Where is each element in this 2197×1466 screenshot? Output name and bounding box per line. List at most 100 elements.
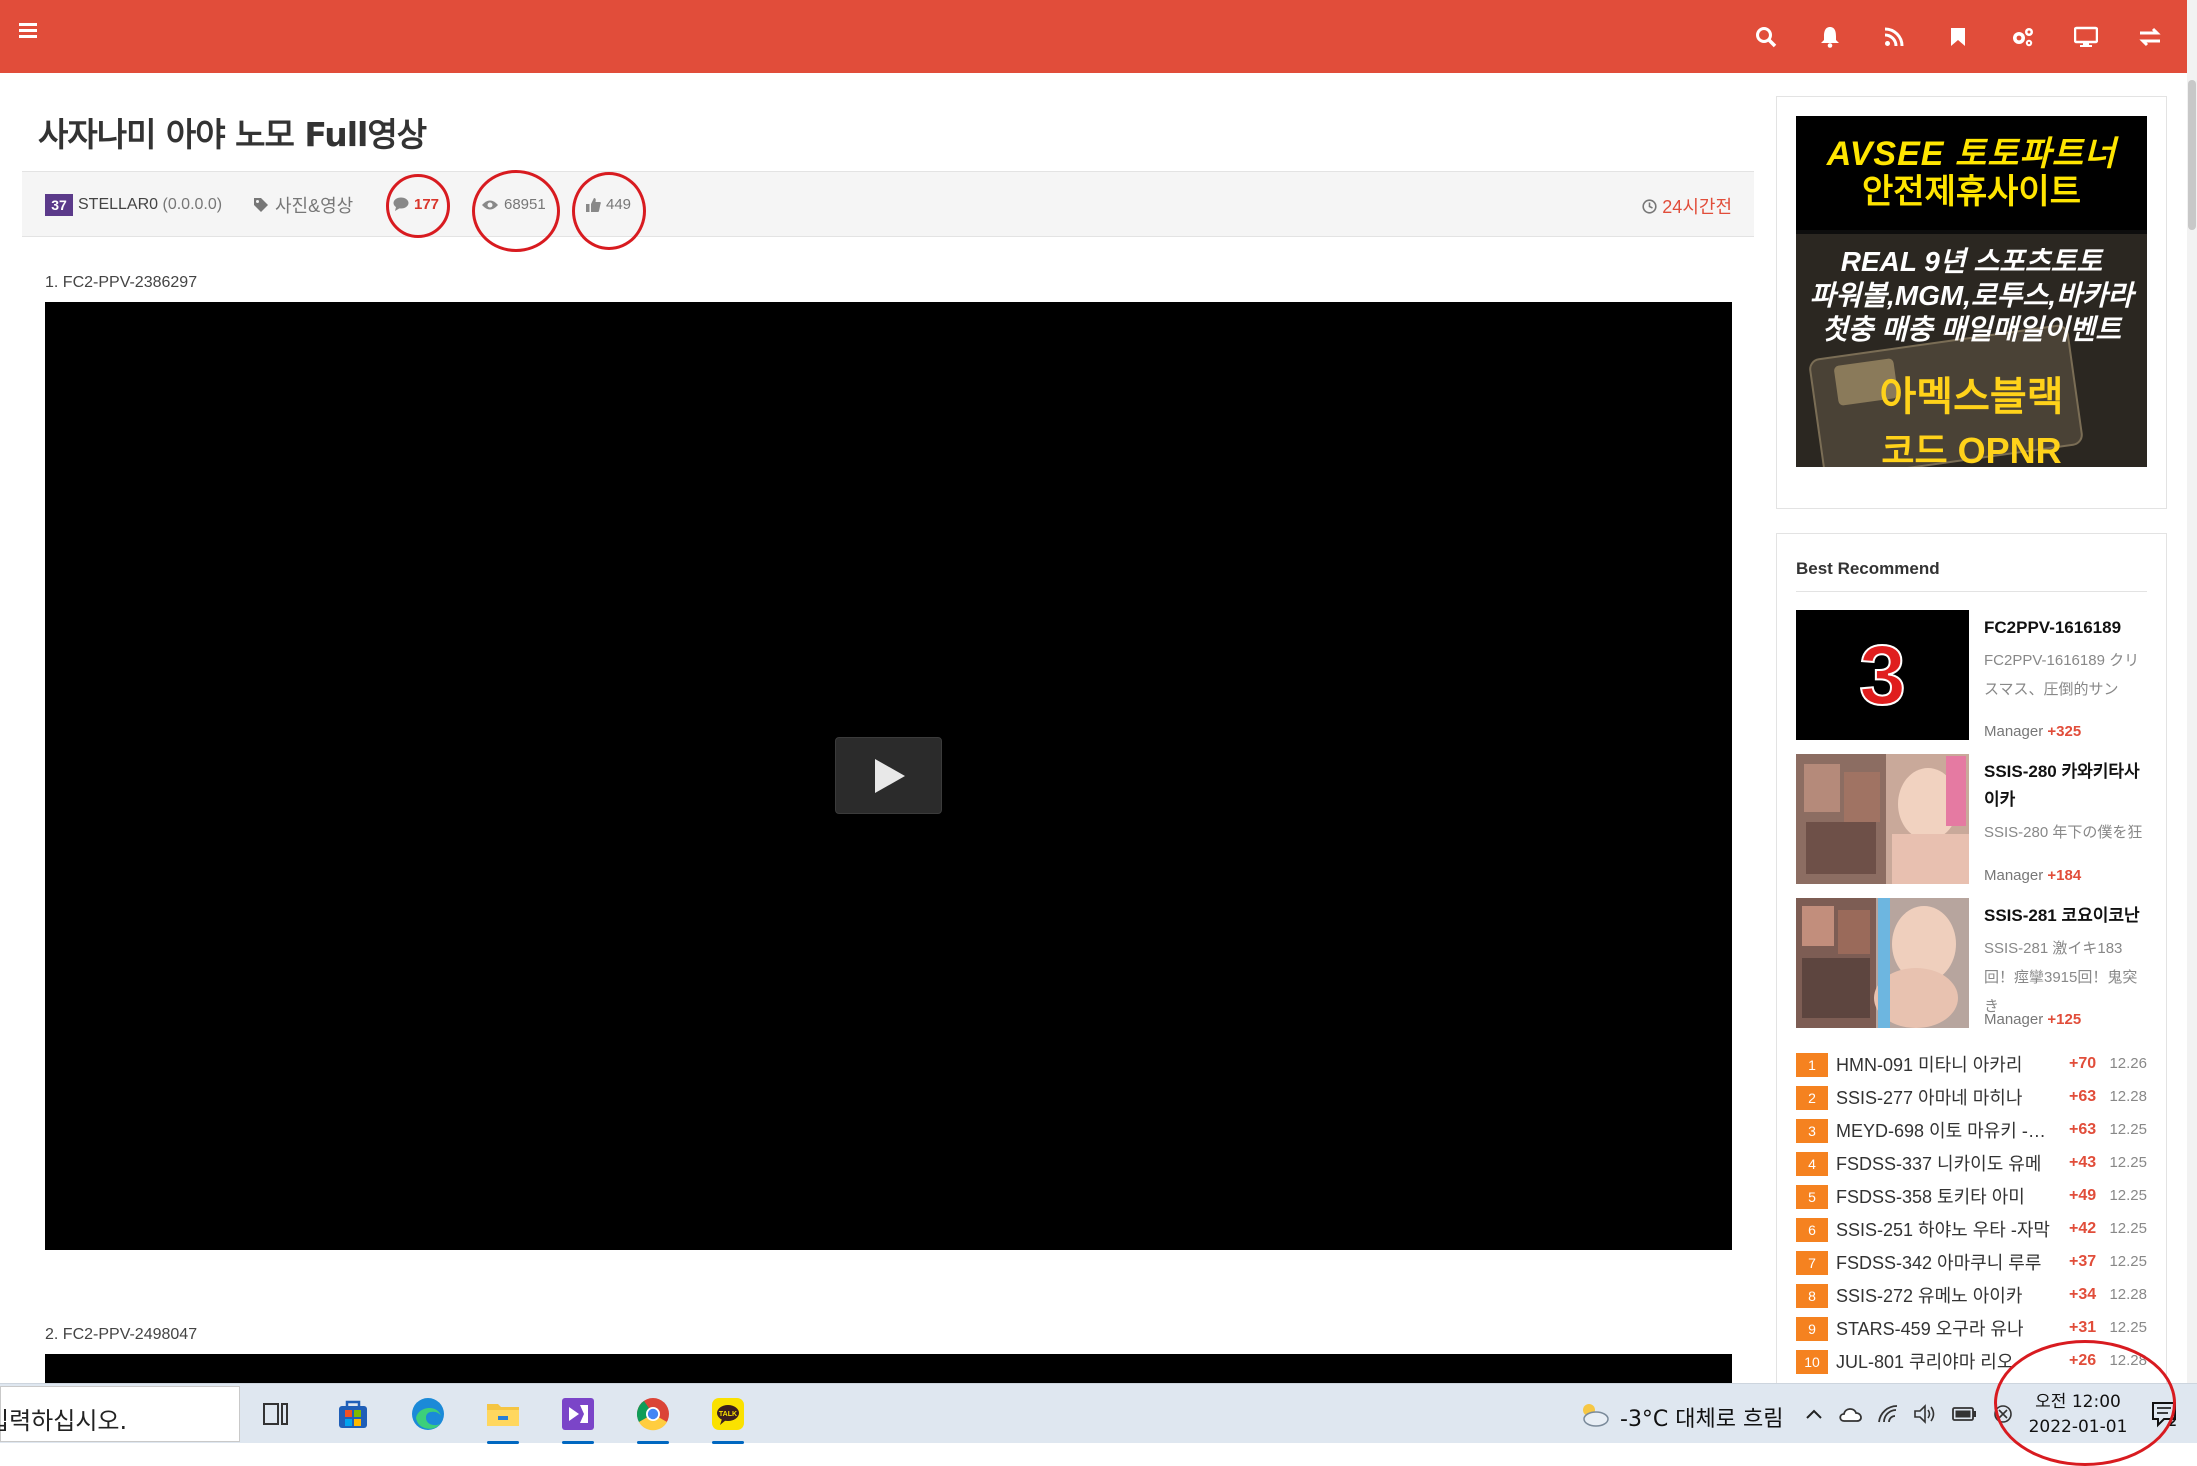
cogs-icon[interactable] bbox=[2007, 22, 2037, 52]
recommend-card[interactable]: SSIS-281 코요이코난 SSIS-281 激イキ183回！痙攣3915回！… bbox=[1796, 898, 2147, 1028]
scrollbar-thumb[interactable] bbox=[2188, 80, 2196, 230]
menu-icon[interactable] bbox=[18, 20, 42, 44]
rank-number: 9 bbox=[1796, 1317, 1828, 1341]
rank-item[interactable]: 8 SSIS-272 유메노 아이카 +34 12.28 bbox=[1796, 1280, 2147, 1312]
rank-score: +70 bbox=[2069, 1055, 2097, 1072]
recommend-score: +325 bbox=[2047, 723, 2082, 740]
rank-title[interactable]: SSIS-277 아마네 마히나 bbox=[1836, 1084, 2051, 1110]
rank-date: 12.26 bbox=[2109, 1055, 2147, 1072]
rank-title[interactable]: FSDSS-358 토키타 아미 bbox=[1836, 1183, 2051, 1209]
recommend-author: Manager bbox=[1984, 1011, 2044, 1028]
battery-icon[interactable] bbox=[1950, 1392, 1980, 1436]
rank-item[interactable]: 7 FSDSS-342 아마쿠니 루루 +37 12.25 bbox=[1796, 1247, 2147, 1279]
taskbar-search-text: 입력하십시오. bbox=[0, 1407, 128, 1435]
desktop-icon[interactable] bbox=[2071, 22, 2101, 52]
rank-date: 12.25 bbox=[2109, 1121, 2147, 1138]
rank-score: +31 bbox=[2069, 1319, 2097, 1336]
file-explorer-icon[interactable] bbox=[481, 1392, 525, 1444]
chrome-icon[interactable] bbox=[631, 1392, 675, 1444]
weather-text[interactable]: -3°C 대체로 흐림 bbox=[1620, 1401, 1783, 1433]
category-label[interactable]: 사진&영상 bbox=[275, 192, 353, 218]
rank-title[interactable]: FSDSS-337 니카이도 유메 bbox=[1836, 1150, 2051, 1176]
rank-number: 7 bbox=[1796, 1251, 1828, 1275]
thumbnail-number: 3 bbox=[1858, 627, 1907, 723]
rank-item[interactable]: 1 HMN-091 미타니 아카리 +70 12.26 bbox=[1796, 1049, 2147, 1081]
rank-number: 3 bbox=[1796, 1119, 1828, 1143]
rank-item[interactable]: 5 FSDSS-358 토키타 아미 +49 12.25 bbox=[1796, 1181, 2147, 1213]
recommend-card[interactable]: SSIS-280 카와키타사이카 SSIS-280 年下の僕を狂 Manager… bbox=[1796, 754, 2147, 884]
user-level-badge: 37 bbox=[45, 194, 73, 216]
rank-score: +37 bbox=[2069, 1253, 2097, 1270]
edge-icon[interactable] bbox=[406, 1392, 450, 1436]
rank-item[interactable]: 6 SSIS-251 하야노 우타 -자막 +42 12.25 bbox=[1796, 1214, 2147, 1246]
play-icon bbox=[874, 758, 905, 793]
recommend-author: Manager bbox=[1984, 867, 2044, 884]
weather-icon[interactable] bbox=[1572, 1392, 1616, 1436]
author-name[interactable]: STELLAR0 (0.0.0.0) bbox=[78, 196, 222, 214]
rank-item[interactable]: 4 FSDSS-337 니카이도 유메 +43 12.25 bbox=[1796, 1148, 2147, 1180]
video-player[interactable] bbox=[45, 1354, 1732, 1383]
sidebar-ad-panel: AVSEE 토토파트너 안전제휴사이트 REAL 9년 스포츠토토 파워볼,MG… bbox=[1776, 96, 2167, 509]
onedrive-icon[interactable] bbox=[1836, 1392, 1866, 1436]
video-player[interactable] bbox=[45, 302, 1732, 1250]
author-nickname[interactable]: STELLAR0 bbox=[78, 196, 158, 213]
recommend-thumbnail[interactable]: 3 bbox=[1796, 610, 1969, 740]
volume-icon[interactable] bbox=[1910, 1392, 1940, 1436]
rank-score: +63 bbox=[2069, 1121, 2097, 1138]
bell-icon[interactable] bbox=[1815, 22, 1845, 52]
task-view-icon[interactable] bbox=[254, 1392, 298, 1436]
rank-title[interactable]: MEYD-698 이토 마유키 -자막 bbox=[1836, 1117, 2051, 1143]
recommend-thumbnail[interactable] bbox=[1796, 898, 1969, 1028]
recommend-title[interactable]: SSIS-280 카와키타사이카 bbox=[1984, 758, 2147, 814]
clock-icon bbox=[1642, 198, 1657, 214]
rank-item[interactable]: 2 SSIS-277 아마네 마히나 +63 12.28 bbox=[1796, 1082, 2147, 1114]
video-label: 2. FC2-PPV-2498047 bbox=[45, 1326, 198, 1343]
recommend-desc: SSIS-280 年下の僕を狂 bbox=[1984, 824, 2143, 841]
wifi-icon[interactable] bbox=[1874, 1392, 1904, 1436]
recommend-score: +184 bbox=[2047, 867, 2082, 884]
recommend-desc: FC2PPV-1616189 クリスマス、圧倒的サン bbox=[1984, 652, 2140, 698]
rank-title[interactable]: FSDSS-342 아마쿠니 루루 bbox=[1836, 1249, 2051, 1275]
recommend-score: +125 bbox=[2047, 1011, 2082, 1028]
svg-text:TALK: TALK bbox=[719, 1411, 737, 1418]
best-recommend-panel: Best Recommend 3 FC2PPV-1616189 FC2PPV-1… bbox=[1776, 533, 2167, 1393]
store-icon[interactable] bbox=[331, 1392, 375, 1436]
ad-banner[interactable]: AVSEE 토토파트너 안전제휴사이트 REAL 9년 스포츠토토 파워볼,MG… bbox=[1796, 116, 2147, 467]
page-scrollbar[interactable] bbox=[2187, 0, 2197, 1383]
rank-score: +34 bbox=[2069, 1286, 2097, 1303]
ad-line: 첫충 매충 매일매일이벤트 bbox=[1822, 314, 2121, 345]
kakaotalk-icon[interactable]: TALK bbox=[706, 1392, 750, 1444]
bookmark-icon[interactable] bbox=[1943, 22, 1973, 52]
recommend-meta: Manager +184 bbox=[1984, 867, 2081, 884]
tray-overflow-icon[interactable] bbox=[1800, 1392, 1828, 1436]
rank-item[interactable]: 3 MEYD-698 이토 마유키 -자막 +63 12.25 bbox=[1796, 1115, 2147, 1147]
exchange-icon[interactable] bbox=[2135, 22, 2165, 52]
play-button[interactable] bbox=[835, 737, 942, 814]
rank-score: +42 bbox=[2069, 1220, 2097, 1237]
post-category[interactable]: 사진&영상 bbox=[253, 192, 353, 218]
rank-number: 8 bbox=[1796, 1284, 1828, 1308]
rank-date: 12.28 bbox=[2109, 1088, 2147, 1105]
recommend-thumbnail[interactable] bbox=[1796, 754, 1969, 884]
rank-number: 4 bbox=[1796, 1152, 1828, 1176]
recommend-title[interactable]: SSIS-281 코요이코난 bbox=[1984, 902, 2147, 930]
rank-title[interactable]: HMN-091 미타니 아카리 bbox=[1836, 1051, 2051, 1077]
rank-date: 12.25 bbox=[2109, 1154, 2147, 1171]
visual-studio-icon[interactable] bbox=[556, 1392, 600, 1444]
ad-banner-header: AVSEE 토토파트너 안전제휴사이트 bbox=[1796, 116, 2147, 230]
search-icon[interactable] bbox=[1751, 22, 1781, 52]
rank-title[interactable]: STARS-459 오구라 유나 bbox=[1836, 1315, 2051, 1341]
rss-icon[interactable] bbox=[1879, 22, 1909, 52]
taskbar-search-box[interactable]: 입력하십시오. bbox=[0, 1386, 240, 1442]
rank-title[interactable]: SSIS-272 유메노 아이카 bbox=[1836, 1282, 2051, 1308]
rank-score: +49 bbox=[2069, 1187, 2097, 1204]
recommend-title[interactable]: FC2PPV-1616189 bbox=[1984, 614, 2147, 642]
rank-date: 12.25 bbox=[2109, 1319, 2147, 1336]
annotation-circle bbox=[472, 170, 560, 252]
ad-line: AVSEE 토토파트너 bbox=[1826, 135, 2117, 173]
best-recommend-heading: Best Recommend bbox=[1796, 559, 2147, 592]
rank-title[interactable]: SSIS-251 하야노 우타 -자막 bbox=[1836, 1216, 2051, 1242]
recommend-desc: SSIS-281 激イキ183回！痙攣3915回！鬼突き bbox=[1984, 940, 2138, 1015]
recommend-card[interactable]: 3 FC2PPV-1616189 FC2PPV-1616189 クリスマス、圧倒… bbox=[1796, 610, 2147, 740]
video-label: 1. FC2-PPV-2386297 bbox=[45, 274, 198, 291]
